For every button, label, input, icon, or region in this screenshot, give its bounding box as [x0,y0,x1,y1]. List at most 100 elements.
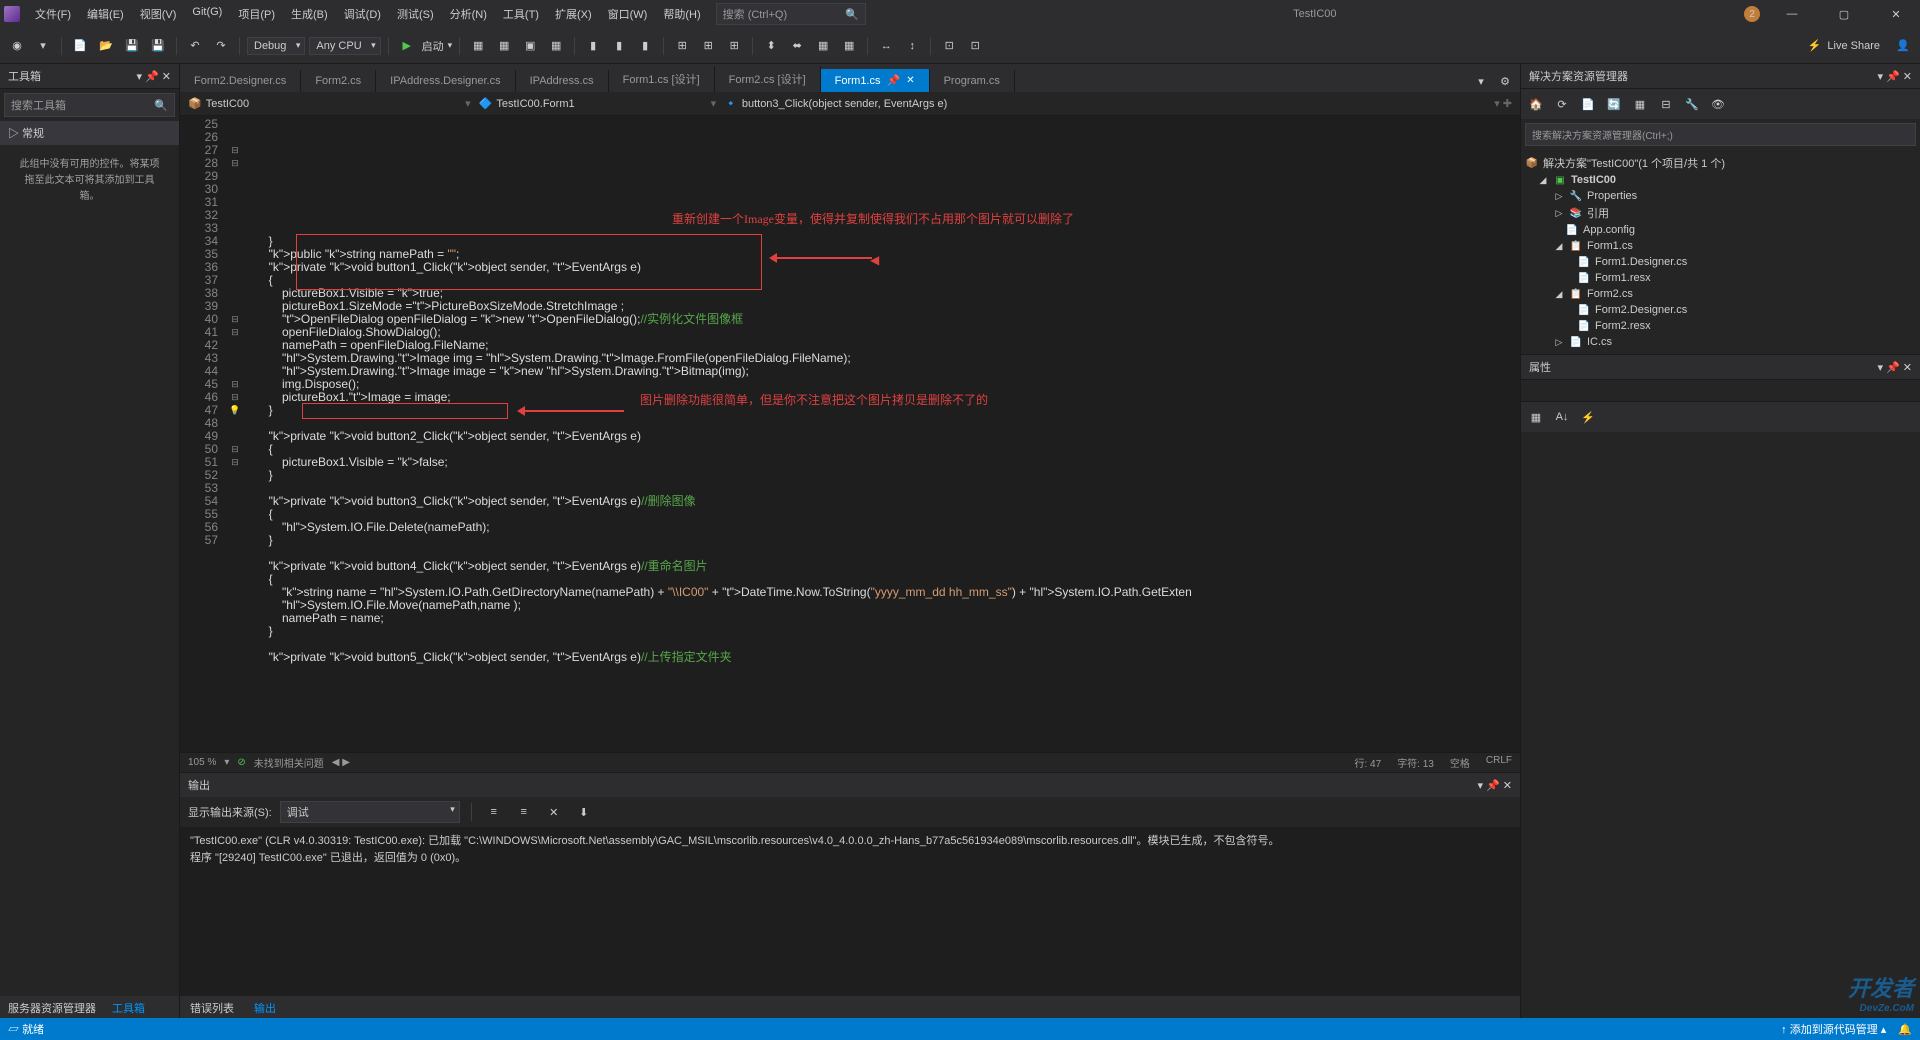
output-source-dropdown[interactable]: 调试 [280,801,460,823]
tree-form2[interactable]: ◢📋Form2.cs [1521,286,1920,302]
zoom-level[interactable]: 105 % [188,757,216,768]
status-source-control[interactable]: ↑ 添加到源代码管理 ▴ [1781,1021,1886,1037]
menu-help[interactable]: 帮助(H) [656,2,707,26]
tab-settings-icon[interactable]: ⚙ [1494,70,1516,92]
tb-icon-15[interactable]: ↔ [875,35,897,57]
config-dropdown[interactable]: Debug [247,37,305,55]
solution-pin-icon[interactable]: ▾ 📌 ✕ [1877,70,1912,83]
tree-form2-designer[interactable]: 📄Form2.Designer.cs [1521,302,1920,318]
toolbox-search[interactable]: 搜索工具箱🔍 [4,93,175,117]
toolbox-section[interactable]: ▷ 常规 [0,121,179,145]
code-editor[interactable]: 2526272829303132333435363738394041424344… [180,116,1520,752]
prop-cat-icon[interactable]: ▦ [1525,406,1547,428]
save-all-icon[interactable]: 💾 [147,35,169,57]
tree-references[interactable]: ▷📚引用 [1521,204,1920,222]
tab-0[interactable]: Form2.Designer.cs [180,70,301,92]
tab-7[interactable]: Program.cs [930,70,1015,92]
tb-icon-12[interactable]: ⬌ [786,35,808,57]
pin-icon[interactable]: ▾ 📌 ✕ [136,70,171,83]
tab-5[interactable]: Form2.cs [设计] [715,66,821,92]
tb-icon-4[interactable]: ▦ [545,35,567,57]
tb-icon-7[interactable]: ▮ [634,35,656,57]
solution-search[interactable]: 搜索解决方案资源管理器(Ctrl+;) [1525,123,1916,146]
tab-2[interactable]: IPAddress.Designer.cs [376,70,515,92]
save-icon[interactable]: 💾 [121,35,143,57]
sol-showall-icon[interactable]: ▦ [1629,93,1651,115]
tb-icon-13[interactable]: ▦ [812,35,834,57]
liveshare-button[interactable]: ⚡ Live Share [1800,39,1888,52]
sol-collapse-icon[interactable]: ⊟ [1655,93,1677,115]
tb-icon-2[interactable]: ▦ [493,35,515,57]
menu-git[interactable]: Git(G) [185,2,229,26]
menu-extensions[interactable]: 扩展(X) [548,2,599,26]
output-wrap-icon[interactable]: ≡ [513,801,535,823]
tb-icon-17[interactable]: ⊡ [938,35,960,57]
undo-icon[interactable]: ↶ [184,35,206,57]
platform-dropdown[interactable]: Any CPU [309,37,380,55]
nav-method[interactable]: 🔹 button3_Click(object sender, EventArgs… [724,97,947,110]
tab-4[interactable]: Form1.cs [设计] [609,66,715,92]
output-text[interactable]: "TestIC00.exe" (CLR v4.0.30319: TestIC00… [180,827,1520,996]
output-clear-icon[interactable]: ≡ [483,801,505,823]
tree-solution-root[interactable]: 📦解决方案"TestIC00"(1 个项目/共 1 个) [1521,154,1920,172]
menu-file[interactable]: 文件(F) [28,2,78,26]
tb-icon-14[interactable]: ▦ [838,35,860,57]
menu-edit[interactable]: 编辑(E) [80,2,131,26]
prop-events-icon[interactable]: ⚡ [1577,406,1599,428]
issue-nav[interactable]: ◀ ▶ [332,757,350,768]
menu-analyze[interactable]: 分析(N) [443,2,494,26]
menu-test[interactable]: 测试(S) [390,2,441,26]
tree-form1[interactable]: ◢📋Form1.cs [1521,238,1920,254]
start-debug-button[interactable]: ▶ [396,35,418,57]
status-notifications-icon[interactable]: 🔔 [1898,1023,1912,1036]
tree-form2-resx[interactable]: 📄Form2.resx [1521,318,1920,334]
menu-project[interactable]: 项目(P) [231,2,282,26]
prop-pin-icon[interactable]: ▾ 📌 ✕ [1877,361,1912,374]
tb-icon-9[interactable]: ⊞ [697,35,719,57]
close-button[interactable]: ✕ [1876,0,1916,28]
tb-icon-18[interactable]: ⊡ [964,35,986,57]
open-icon[interactable]: 📂 [95,35,117,57]
output-clear2-icon[interactable]: ✕ [543,801,565,823]
tree-ic[interactable]: ▷📄IC.cs [1521,334,1920,350]
minimize-button[interactable]: — [1772,0,1812,28]
nav-project[interactable]: 📦 TestIC00 [188,97,249,110]
prop-alpha-icon[interactable]: A↓ [1551,406,1573,428]
maximize-button[interactable]: ▢ [1824,0,1864,28]
sol-preview-icon[interactable]: 👁 [1707,93,1729,115]
tb-icon-8[interactable]: ⊞ [671,35,693,57]
tab-6[interactable]: Form1.cs📌✕ [821,69,930,92]
output-pin-icon[interactable]: ▾ 📌 ✕ [1477,779,1512,792]
tab-1[interactable]: Form2.cs [301,70,376,92]
global-search[interactable]: 搜索 (Ctrl+Q)🔍 [716,3,866,25]
eol-indicator[interactable]: CRLF [1486,755,1512,770]
sol-home-icon[interactable]: 🏠 [1525,93,1547,115]
tree-form1-resx[interactable]: 📄Form1.resx [1521,270,1920,286]
close-icon[interactable]: ✕ [906,75,914,86]
redo-icon[interactable]: ↷ [210,35,232,57]
tree-form1-designer[interactable]: 📄Form1.Designer.cs [1521,254,1920,270]
menu-debug[interactable]: 调试(D) [337,2,388,26]
tb-icon-16[interactable]: ↕ [901,35,923,57]
tree-properties[interactable]: ▷🔧Properties [1521,188,1920,204]
account-icon[interactable]: 👤 [1892,35,1914,57]
menu-view[interactable]: 视图(V) [133,2,184,26]
tb-icon-3[interactable]: ▣ [519,35,541,57]
nav-back-icon[interactable]: ◉ [6,35,28,57]
sol-sync-icon[interactable]: 📄 [1577,93,1599,115]
tb-icon-11[interactable]: ⬍ [760,35,782,57]
tree-appconfig[interactable]: 📄App.config [1521,222,1920,238]
output-scroll-icon[interactable]: ⬇ [573,801,595,823]
tb-icon-6[interactable]: ▮ [608,35,630,57]
notification-badge[interactable]: 2 [1744,6,1760,22]
new-item-icon[interactable]: 📄 [69,35,91,57]
tab-dropdown-icon[interactable]: ▾ [1470,70,1492,92]
menu-tools[interactable]: 工具(T) [496,2,546,26]
menu-window[interactable]: 窗口(W) [601,2,655,26]
tb-icon-5[interactable]: ▮ [582,35,604,57]
nav-class[interactable]: 🔷 TestIC00.Form1 [479,97,575,110]
tb-icon-10[interactable]: ⊞ [723,35,745,57]
tree-project[interactable]: ◢▣TestIC00 [1521,172,1920,188]
nav-fwd-icon[interactable]: ▾ [32,35,54,57]
sol-refresh-icon[interactable]: 🔄 [1603,93,1625,115]
